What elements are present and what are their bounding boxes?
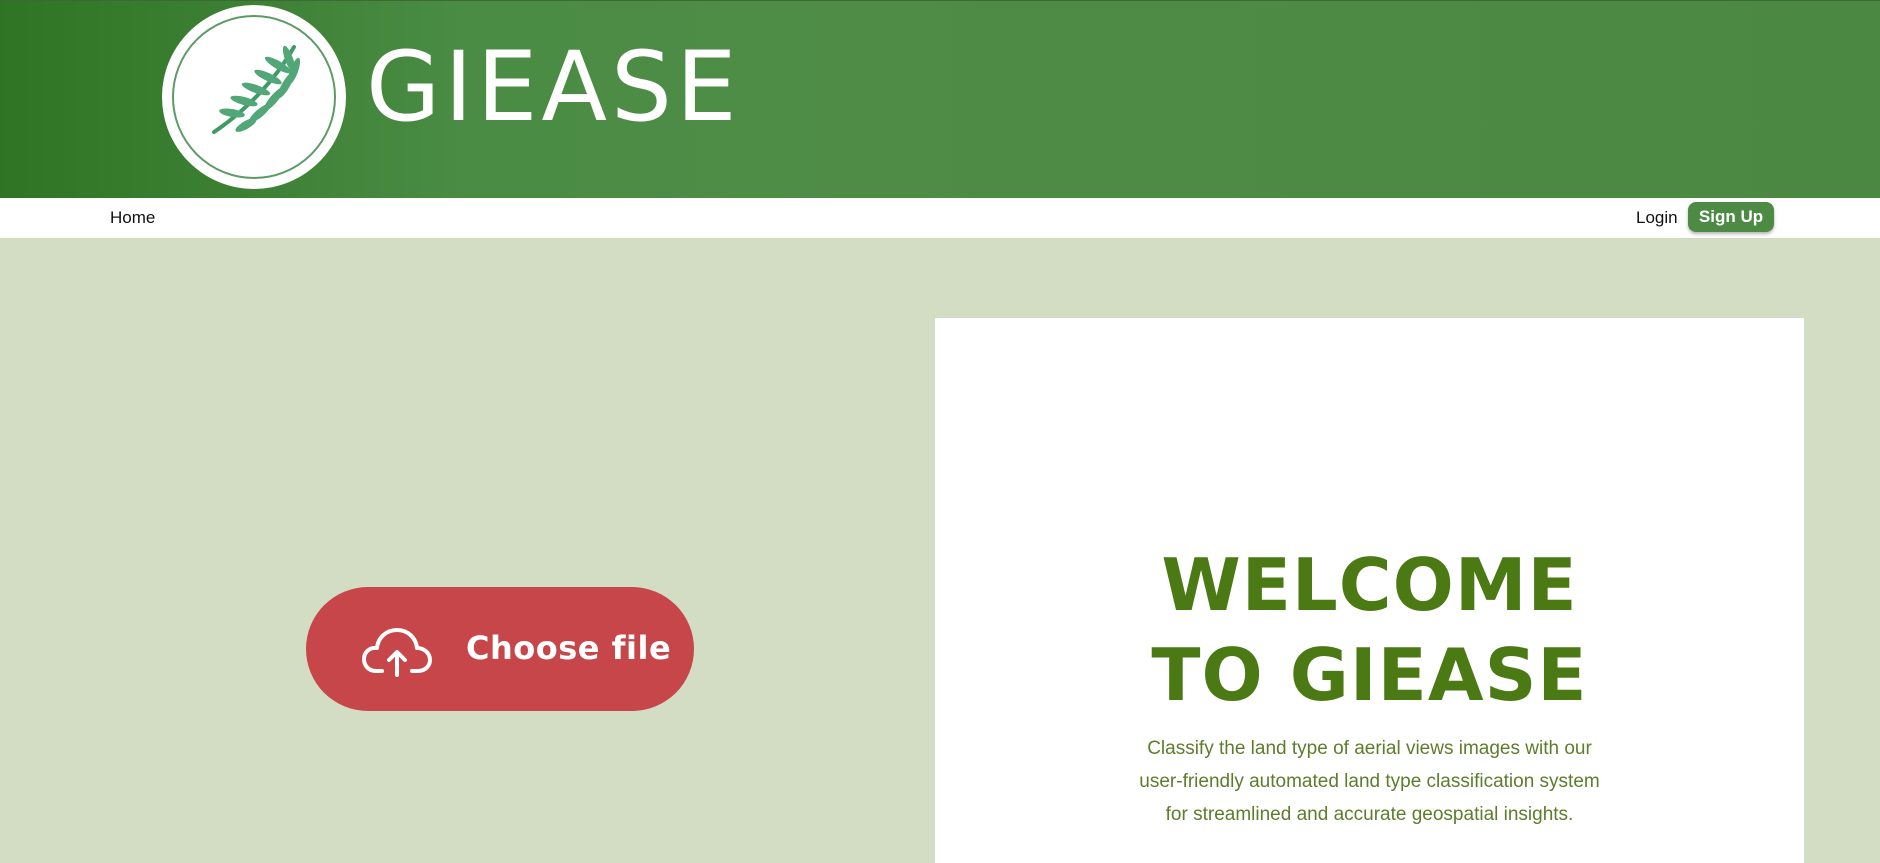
- nav-home-link[interactable]: Home: [110, 208, 155, 228]
- welcome-card: WELCOME TO GIEASE Classify the land type…: [935, 318, 1804, 863]
- logo-ring: [172, 15, 336, 179]
- cloud-upload-icon: [362, 628, 432, 677]
- site-header: GIEASE: [0, 0, 1880, 198]
- choose-file-label: Choose file: [466, 629, 672, 667]
- sign-up-button[interactable]: Sign Up: [1688, 202, 1774, 232]
- welcome-title-line-2: TO GIEASE: [1151, 633, 1588, 717]
- palm-leaf-icon: [212, 45, 301, 134]
- logo[interactable]: [162, 5, 346, 189]
- brand-name: GIEASE: [366, 31, 741, 143]
- welcome-title-line-1: WELCOME: [1161, 543, 1578, 627]
- welcome-description: Classify the land type of aerial views i…: [1139, 738, 1600, 825]
- nav-bar: Home Login Sign Up: [0, 198, 1880, 238]
- nav-login-link[interactable]: Login: [1636, 208, 1678, 228]
- choose-file-button[interactable]: Choose file: [306, 587, 694, 711]
- welcome-title: WELCOME TO GIEASE: [935, 540, 1804, 720]
